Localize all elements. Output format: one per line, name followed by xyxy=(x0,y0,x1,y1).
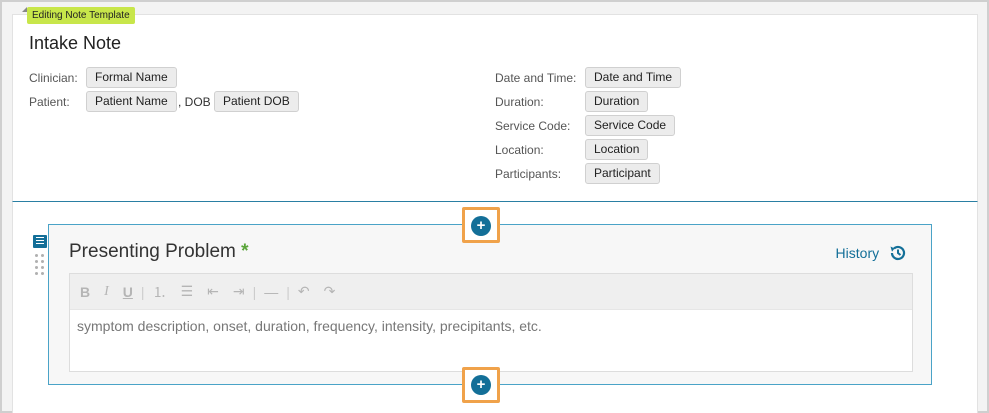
ordered-list-icon[interactable]: ⒈ xyxy=(153,282,167,302)
add-section-above-button[interactable]: + xyxy=(471,216,491,236)
history-label: History xyxy=(835,245,880,261)
editor-placeholder[interactable]: symptom description, onset, duration, fr… xyxy=(70,310,912,342)
dob-label: , DOB xyxy=(178,95,211,109)
service-code-chip[interactable]: Service Code xyxy=(585,115,676,136)
bullet-list-icon[interactable]: ☰ xyxy=(181,283,194,300)
patient-dob-chip[interactable]: Patient DOB xyxy=(214,91,299,112)
location-label: Location: xyxy=(495,143,544,157)
duration-label: Duration: xyxy=(495,95,544,109)
rich-text-editor[interactable]: B I U | ⒈ ☰ ⇤ ⇥ | — | ↶ ↷ symptom descri… xyxy=(69,273,913,372)
editing-template-tag: Editing Note Template xyxy=(27,7,135,24)
drag-handle-icon[interactable] xyxy=(35,254,45,276)
underline-icon[interactable]: U xyxy=(123,284,133,300)
clinician-chip[interactable]: Formal Name xyxy=(86,67,177,88)
bold-icon[interactable]: B xyxy=(80,284,90,300)
location-chip[interactable]: Location xyxy=(585,139,649,160)
patient-label: Patient: xyxy=(29,95,70,109)
participants-label: Participants: xyxy=(495,167,562,181)
italic-icon[interactable]: I xyxy=(104,284,109,300)
section-title-text: Presenting Problem xyxy=(69,241,236,262)
clinician-label: Clinician: xyxy=(29,71,78,85)
horizontal-rule-icon[interactable]: — xyxy=(264,284,278,300)
toolbar-divider: | xyxy=(252,283,257,300)
service-code-label: Service Code: xyxy=(495,119,571,133)
redo-icon[interactable]: ↷ xyxy=(324,283,336,300)
editor-toolbar: B I U | ⒈ ☰ ⇤ ⇥ | — | ↶ ↷ xyxy=(70,274,912,310)
text-block-icon xyxy=(33,235,47,248)
duration-chip[interactable]: Duration xyxy=(585,91,649,112)
section-title: Presenting Problem * xyxy=(69,241,249,263)
participant-chip[interactable]: Participant xyxy=(585,163,660,184)
toolbar-divider: | xyxy=(286,283,290,300)
indent-icon[interactable]: ⇥ xyxy=(233,283,245,300)
outdent-icon[interactable]: ⇤ xyxy=(207,283,219,300)
add-section-below-button[interactable]: + xyxy=(471,375,491,395)
toolbar-divider: | xyxy=(140,283,145,300)
undo-icon[interactable]: ↶ xyxy=(298,283,310,300)
presenting-problem-section: Presenting Problem * History B I U | ⒈ ☰… xyxy=(48,224,932,385)
date-time-label: Date and Time: xyxy=(495,71,577,85)
required-marker: * xyxy=(241,241,249,262)
note-title: Intake Note xyxy=(29,33,122,53)
history-link[interactable]: History xyxy=(836,244,907,262)
history-icon xyxy=(890,245,906,261)
patient-name-chip[interactable]: Patient Name xyxy=(86,91,177,112)
date-time-chip[interactable]: Date and Time xyxy=(585,67,682,88)
